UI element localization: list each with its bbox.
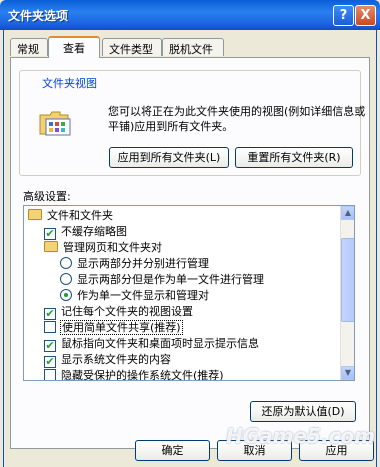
scroll-thumb[interactable]: [341, 238, 354, 322]
list-item-show-as-single-file[interactable]: 作为单一文件显示和管理对: [60, 288, 209, 304]
checkbox-checked-icon[interactable]: ✔: [44, 340, 56, 352]
item-label: 管理网页和文件夹对: [63, 241, 162, 254]
checkbox-checked-icon[interactable]: ✔: [44, 228, 56, 240]
item-label: 记住每个文件夹的视图设置: [61, 305, 193, 318]
radio-unselected-icon[interactable]: [60, 257, 72, 269]
checkbox-unchecked-icon[interactable]: [44, 369, 56, 380]
help-button[interactable]: ?: [333, 5, 354, 26]
scroll-down-icon[interactable]: ▼: [341, 366, 354, 380]
list-item-show-popup-description[interactable]: ✔ 鼠标指向文件夹和桌面项时显示提示信息: [44, 336, 259, 352]
ok-button[interactable]: 确定: [135, 440, 210, 461]
advanced-settings-list[interactable]: 文件和文件夹 ✔ 不缓存缩略图 管理网页和文件夹对 显示两部分并分别进行管理 显示…: [23, 205, 355, 381]
list-item-show-system-folder-contents[interactable]: ✔ 显示系统文件夹的内容: [44, 352, 171, 368]
checkbox-checked-icon[interactable]: ✔: [44, 308, 56, 320]
title-bar: 文件夹选项 ? X: [0, 0, 380, 30]
folder-icon: [28, 209, 42, 220]
folder-views-description: 您可以将正在为此文件夹使用的视图(例如详细信息或平铺)应用到所有文件夹。: [108, 105, 366, 133]
item-label: 隐藏受保护的操作系统文件(推荐): [61, 369, 224, 381]
tab-file-types-label: 文件类型: [109, 43, 153, 56]
folder-views-legend: 文件夹视图: [40, 75, 99, 91]
radio-selected-icon[interactable]: [60, 289, 72, 301]
tab-view[interactable]: 查看: [48, 36, 100, 58]
list-item-no-thumbnail-cache[interactable]: ✔ 不缓存缩略图: [44, 224, 127, 240]
list-item-files-and-folders: 文件和文件夹: [28, 208, 113, 224]
item-label: 显示两部分并分别进行管理: [77, 257, 209, 270]
list-item-show-two-parts-separate[interactable]: 显示两部分并分别进行管理: [60, 256, 209, 272]
list-item-show-two-parts-single[interactable]: 显示两部分但是作为单一文件进行管理: [60, 272, 264, 288]
tab-general-label: 常规: [17, 43, 39, 56]
close-button[interactable]: X: [355, 5, 376, 26]
list-item-remember-folder-view[interactable]: ✔ 记住每个文件夹的视图设置: [44, 304, 193, 320]
tab-file-types[interactable]: 文件类型: [102, 38, 162, 56]
watermark: HGame5.com: [226, 424, 376, 448]
checkbox-checked-icon[interactable]: ✔: [44, 356, 56, 368]
item-label: 作为单一文件显示和管理对: [77, 289, 209, 302]
item-label: 文件和文件夹: [47, 209, 113, 222]
window-body: 常规 查看 文件类型 脱机文件 文件夹视图 您可以将正在为此文件夹使用的视图(例…: [3, 30, 377, 467]
list-scrollbar[interactable]: ▲ ▼: [340, 206, 354, 380]
folder-icon: [44, 241, 58, 252]
scroll-up-icon[interactable]: ▲: [341, 206, 354, 220]
list-item-hide-protected-os-files[interactable]: 隐藏受保护的操作系统文件(推荐): [44, 368, 224, 381]
checkbox-unchecked-icon[interactable]: [44, 321, 56, 333]
tab-offline-files[interactable]: 脱机文件: [162, 38, 224, 56]
folder-views-group: 文件夹视图 您可以将正在为此文件夹使用的视图(例如详细信息或平铺)应用到所有文件…: [19, 70, 365, 176]
item-label: 显示两部分但是作为单一文件进行管理: [77, 273, 264, 286]
item-label: 使用简单文件共享(推荐): [60, 320, 183, 335]
list-item-simple-file-sharing[interactable]: 使用简单文件共享(推荐): [44, 320, 183, 336]
tab-general[interactable]: 常规: [10, 38, 48, 56]
window-title: 文件夹选项: [8, 9, 69, 23]
reset-all-folders-button[interactable]: 重置所有文件夹(R): [235, 147, 353, 168]
tab-panel-view: 文件夹视图 您可以将正在为此文件夹使用的视图(例如详细信息或平铺)应用到所有文件…: [10, 57, 370, 449]
apply-to-all-folders-button[interactable]: 应用到所有文件夹(L): [109, 147, 229, 168]
advanced-settings-label: 高级设置:: [23, 190, 71, 203]
tab-view-label: 查看: [63, 42, 85, 55]
list-item-manage-webpage-folder-pairs: 管理网页和文件夹对: [44, 240, 162, 256]
tab-offline-files-label: 脱机文件: [169, 43, 213, 56]
restore-defaults-button[interactable]: 还原为默认值(D): [250, 401, 356, 422]
folder-views-icon: [39, 111, 71, 136]
item-label: 显示系统文件夹的内容: [61, 353, 171, 366]
item-label: 不缓存缩略图: [61, 225, 127, 238]
item-label: 鼠标指向文件夹和桌面项时显示提示信息: [61, 337, 259, 350]
radio-unselected-icon[interactable]: [60, 273, 72, 285]
